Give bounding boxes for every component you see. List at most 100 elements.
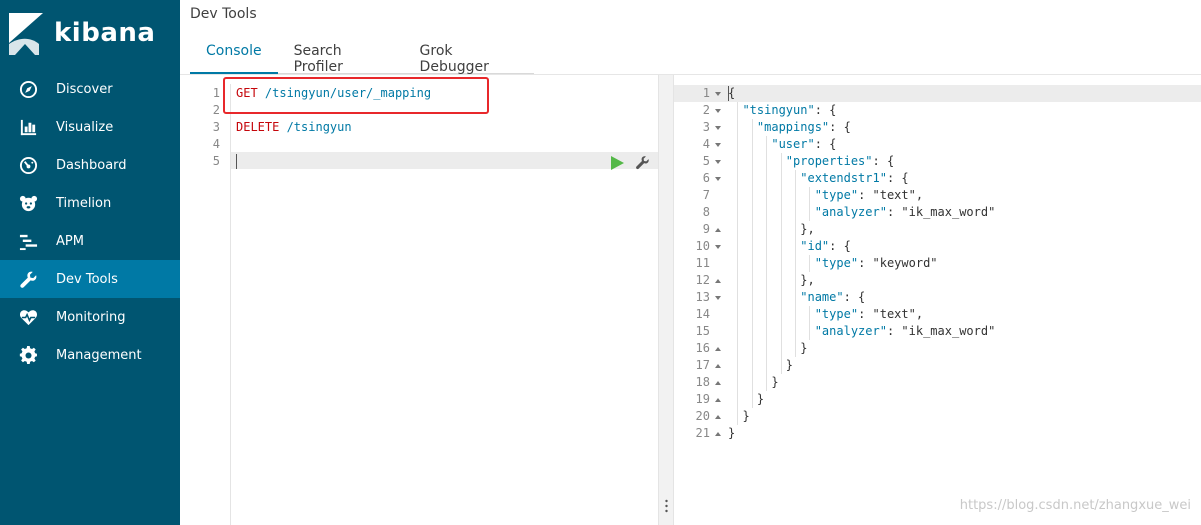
sidebar-item-timelion[interactable]: Timelion [0, 184, 180, 222]
sidebar-item-label: Dev Tools [56, 271, 118, 287]
sidebar-item-label: Monitoring [56, 309, 126, 325]
request-editor[interactable]: 1 2 3 4 5 GET /tsingyun/user/_mapping DE… [190, 84, 658, 525]
header-divider [180, 74, 1201, 75]
play-icon[interactable] [610, 156, 624, 170]
json-key: "analyzer" [814, 324, 887, 338]
fold-collapse-icon[interactable] [714, 221, 722, 238]
line-number: 19 [695, 392, 710, 406]
fold-expanded-icon[interactable] [714, 170, 722, 187]
json-key: "id" [800, 239, 830, 253]
line-number: 14 [695, 307, 710, 321]
line-number: 11 [695, 256, 710, 270]
sidebar-item-discover[interactable]: Discover [0, 70, 180, 108]
line-number: 21 [695, 426, 710, 440]
bar-chart-icon [18, 117, 38, 137]
fold-collapse-icon[interactable] [714, 391, 722, 408]
line-number: 13 [695, 290, 710, 304]
fold-collapse-icon[interactable] [714, 272, 722, 289]
fold-expanded-icon[interactable] [714, 119, 722, 136]
line-number: 9 [702, 222, 710, 236]
tab-search-profiler[interactable]: Search Profiler [278, 34, 404, 75]
line-number: 20 [695, 409, 710, 423]
json-key: "mappings" [756, 120, 830, 134]
active-line-highlight [674, 85, 1201, 102]
fold-expanded-icon[interactable] [714, 153, 722, 170]
tab-grok-debugger[interactable]: Grok Debugger [404, 34, 534, 75]
sidebar: kibana Discover Visualize Dashboard Time… [0, 0, 180, 525]
sidebar-item-label: Discover [56, 81, 113, 97]
wrench-icon[interactable] [635, 155, 650, 170]
sidebar-item-label: Dashboard [56, 157, 127, 173]
response-line: "type": "keyword" [814, 256, 938, 270]
heartbeat-icon [18, 307, 38, 327]
text-cursor [728, 86, 729, 101]
indent-guide [766, 136, 768, 391]
line-number: 5 [702, 154, 710, 168]
line-number: 7 [702, 188, 710, 202]
fold-collapse-icon[interactable] [714, 425, 722, 442]
request-line[interactable]: DELETE /tsingyun [236, 119, 352, 136]
compass-icon [18, 79, 38, 99]
fold-collapse-icon[interactable] [714, 374, 722, 391]
brand-name: kibana [54, 18, 156, 48]
timelion-icon [18, 193, 38, 213]
line-number: 3 [212, 120, 220, 134]
line-number: 3 [702, 120, 710, 134]
line-number: 8 [702, 205, 710, 219]
line-number: 1 [702, 86, 710, 100]
indent-guide [780, 153, 782, 374]
json-key: "user" [771, 137, 815, 151]
response-editor[interactable]: 1 {2 "tsingyun": {3 "mappings": {4 "user"… [674, 84, 1201, 525]
fold-expanded-icon[interactable] [714, 136, 722, 153]
response-line: "id": { [800, 239, 851, 253]
fold-collapse-icon[interactable] [714, 340, 722, 357]
line-number: 12 [695, 273, 710, 287]
apm-icon [18, 231, 38, 251]
sidebar-item-label: Visualize [56, 119, 114, 135]
fold-collapse-icon[interactable] [714, 408, 722, 425]
json-key: "extendstr1" [800, 171, 887, 185]
fold-expanded-icon[interactable] [714, 85, 722, 102]
line-number: 5 [212, 154, 220, 168]
sidebar-nav: Discover Visualize Dashboard Timelion AP… [0, 70, 180, 374]
fold-expanded-icon[interactable] [714, 289, 722, 306]
sidebar-item-management[interactable]: Management [0, 336, 180, 374]
request-method: DELETE [236, 120, 280, 134]
wrench-icon [18, 269, 38, 289]
line-number: 16 [695, 341, 710, 355]
pane-resizer[interactable] [658, 75, 674, 525]
json-key: "name" [800, 290, 844, 304]
fold-collapse-icon[interactable] [714, 357, 722, 374]
line-number: 1 [212, 86, 220, 100]
indent-guide [809, 306, 811, 340]
json-key: "properties" [785, 154, 873, 168]
fold-expanded-icon[interactable] [714, 238, 722, 255]
sidebar-item-dev-tools[interactable]: Dev Tools [0, 260, 180, 298]
line-number: 10 [695, 239, 710, 253]
response-line: "analyzer": "ik_max_word" [814, 324, 996, 338]
response-line: "name": { [800, 290, 866, 304]
sidebar-item-monitoring[interactable]: Monitoring [0, 298, 180, 336]
tab-console[interactable]: Console [190, 34, 278, 74]
sidebar-item-visualize[interactable]: Visualize [0, 108, 180, 146]
response-line: { [728, 86, 736, 100]
brand[interactable]: kibana [0, 0, 180, 70]
line-number: 17 [695, 358, 710, 372]
watermark: https://blog.csdn.net/zhangxue_wei [959, 498, 1191, 513]
kibana-logo-icon [9, 13, 43, 55]
response-line: }, [728, 273, 815, 287]
sidebar-item-apm[interactable]: APM [0, 222, 180, 260]
line-number: 4 [212, 137, 220, 151]
response-line: "extendstr1": { [800, 171, 909, 185]
line-number: 15 [695, 324, 710, 338]
json-key: "type" [814, 256, 859, 270]
active-line-highlight [190, 152, 658, 169]
indent-guide [737, 102, 739, 425]
response-line: } [728, 375, 779, 389]
json-key: "analyzer" [814, 205, 887, 219]
sidebar-item-dashboard[interactable]: Dashboard [0, 146, 180, 184]
fold-expanded-icon[interactable] [714, 102, 722, 119]
response-line: } [728, 426, 736, 440]
sidebar-item-label: APM [56, 233, 84, 249]
json-key: "tsingyun" [742, 103, 815, 117]
